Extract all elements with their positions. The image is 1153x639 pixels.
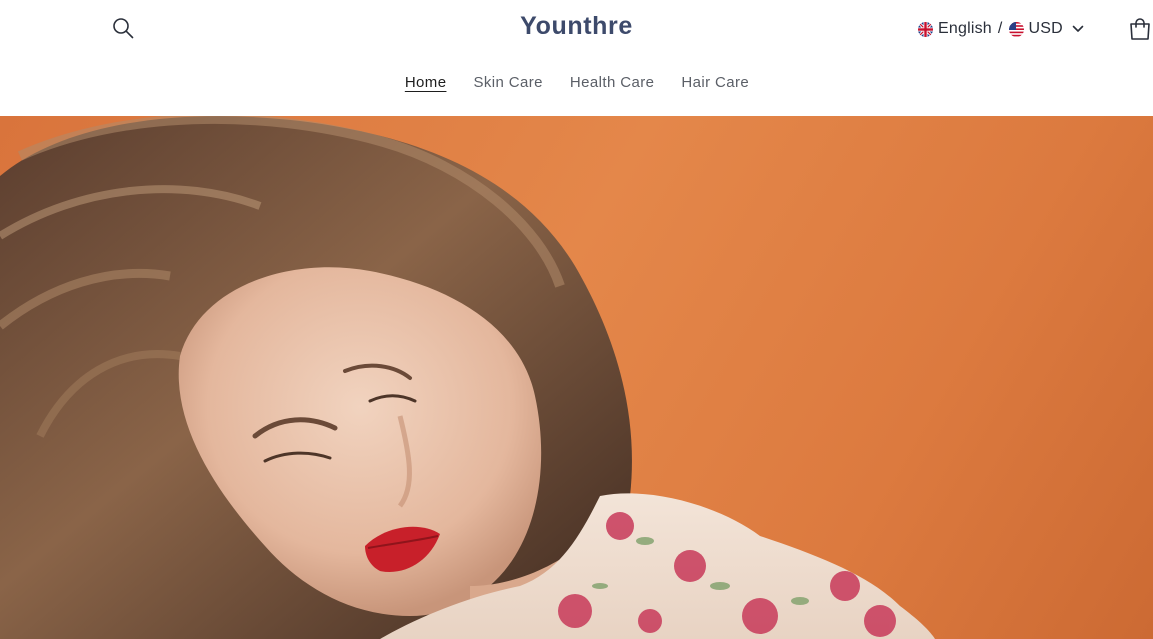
brand-logo-link[interactable]: Younthre	[520, 12, 633, 40]
site-header: Younthre English / USD Home Skin Care He…	[0, 0, 1153, 116]
locale-selector[interactable]: English / USD	[918, 17, 1084, 41]
nav-item-skin-care[interactable]: Skin Care	[472, 74, 542, 91]
language-label: English	[938, 20, 992, 37]
locale-separator: /	[997, 20, 1003, 37]
search-button[interactable]	[107, 12, 139, 44]
hero-photo	[0, 116, 935, 639]
cart-button[interactable]	[1126, 14, 1153, 44]
us-flag-icon	[1008, 21, 1024, 37]
nav-item-hair-care[interactable]: Hair Care	[680, 74, 749, 91]
hero-banner	[0, 116, 1153, 639]
main-navigation: Home Skin Care Health Care Hair Care	[0, 74, 1153, 91]
currency-label: USD	[1028, 20, 1063, 37]
nav-item-home[interactable]: Home	[404, 74, 447, 91]
uk-flag-icon	[918, 21, 933, 37]
chevron-down-icon	[1072, 25, 1084, 33]
cart-icon	[1130, 18, 1150, 40]
search-icon	[113, 18, 134, 39]
nav-item-health-care[interactable]: Health Care	[569, 74, 654, 91]
